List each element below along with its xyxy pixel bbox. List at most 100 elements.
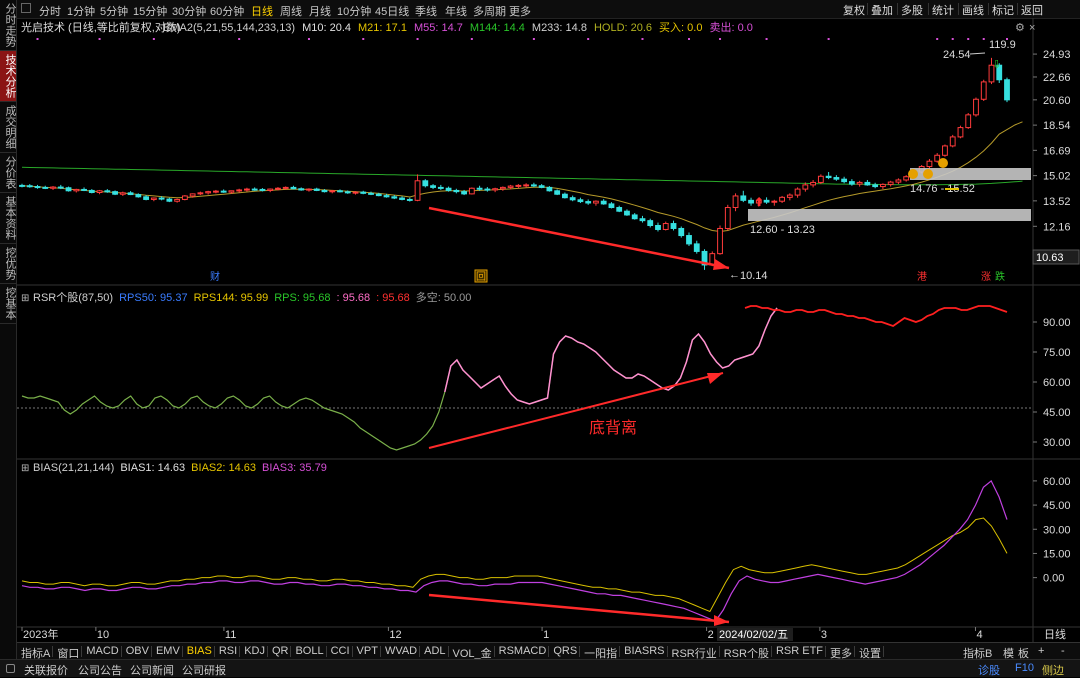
indicator-tab-sep (181, 646, 183, 657)
candle-body (523, 184, 530, 187)
price-tick-label: 20.60 (1043, 95, 1071, 107)
vtab-3[interactable]: 分价表 (0, 153, 16, 193)
toolbar-button-6[interactable]: 返回 (1021, 2, 1043, 18)
indicator-tab-7[interactable]: KDJ (244, 645, 265, 657)
candle-body (205, 191, 212, 194)
signal-dot (36, 38, 39, 40)
period-tab-3[interactable]: 15分钟 (133, 3, 167, 19)
candle-body (73, 188, 80, 192)
candle-body (499, 186, 506, 190)
toolbar-sep (1017, 3, 1018, 15)
toolbar-sep (988, 3, 989, 15)
candle-body (639, 218, 646, 222)
vtab-1[interactable]: 技术分析 (0, 51, 16, 102)
toolbar-button-4[interactable]: 画线 (962, 2, 984, 18)
indicator-tab-3[interactable]: OBV (126, 645, 149, 657)
pane-lock-icon[interactable]: ⊞ (21, 293, 29, 304)
vtab-2[interactable]: 成交明细 (0, 102, 16, 153)
candle-body (197, 192, 204, 195)
event-marker[interactable]: 港 (917, 271, 927, 283)
toolbar-button-0[interactable]: 复权 (843, 2, 865, 18)
vtab-0[interactable]: 分时走势 (0, 0, 16, 51)
indicator-tab-12[interactable]: WVAD (385, 645, 417, 657)
chart-type-icon[interactable] (21, 3, 31, 13)
price-divergence-arrow (428, 206, 730, 270)
indicator-tab-18[interactable]: BIASRS (624, 645, 664, 657)
candle-body (538, 185, 545, 188)
tabbar-right-4[interactable]: - (1061, 645, 1065, 657)
toolbar-button-1[interactable]: 叠加 (871, 2, 893, 18)
period-tab-5[interactable]: 60分钟 (210, 3, 244, 19)
bias-tick-label: 15.00 (1043, 548, 1071, 560)
bias-legend-item: BIAS3: 35.79 (262, 462, 327, 474)
indicator-tab-sep (239, 646, 241, 657)
period-tab-4[interactable]: 30分钟 (172, 3, 206, 19)
toolbar-button-2[interactable]: 多股 (901, 2, 923, 18)
indicator-tab-13[interactable]: ADL (424, 645, 445, 657)
vtab-6[interactable]: 挖基本 (0, 284, 16, 324)
rsr-legend: ⊞ RSR个股(87,50) RPS50: 95.37 RPS144: 95.99 RP… (21, 290, 471, 304)
signal-dot (951, 38, 954, 40)
period-tab-9[interactable]: 10分钟 (337, 3, 371, 19)
indicator-tab-6[interactable]: RSI (219, 645, 237, 657)
period-tab-14[interactable]: 更多 (509, 3, 531, 19)
rsr-legend-item: RPS50: 95.37 (119, 292, 188, 304)
indicator-tab-5[interactable]: BIAS (187, 645, 212, 657)
indicator-tab-4[interactable]: EMV (156, 645, 180, 657)
signal-dot (982, 38, 985, 40)
candle-body (662, 223, 669, 230)
candle-body (189, 193, 196, 197)
rsr-legend-item: RSR个股(87,50) (33, 291, 113, 304)
indicator-tab-15[interactable]: RSMACD (499, 645, 547, 657)
current-price: 10.63 (1036, 252, 1064, 264)
toolbar-button-3[interactable]: 统计 (932, 2, 954, 18)
candle-body (228, 190, 235, 193)
smile-icon[interactable] (938, 158, 948, 168)
price-axis: 24.93 22.66 20.60 18.54 16.69 15.02 13.52 12.16 (1033, 49, 1071, 233)
indicator-tab-16[interactable]: QRS (553, 645, 577, 657)
indicator-tab-11[interactable]: VPT (357, 645, 378, 657)
indicator-tab-9[interactable]: BOLL (295, 645, 323, 657)
smile-icon[interactable] (923, 169, 933, 179)
indicator-tab-10[interactable]: CCI (331, 645, 350, 657)
indicator-tab-8[interactable]: QR (272, 645, 289, 657)
indicator-tab-2[interactable]: MACD (86, 645, 118, 657)
period-tab-6[interactable]: 日线 (251, 3, 273, 19)
period-tab-12[interactable]: 年线 (445, 3, 467, 19)
period-tab-11[interactable]: 季线 (415, 3, 437, 19)
tabbar-right-3[interactable]: + (1038, 645, 1044, 657)
bias-pane: ⊞ BIAS(21,21,144) BIAS1: 14.63 BIAS2: 14.63… (21, 462, 1071, 626)
close-icon[interactable]: × (1029, 22, 1035, 34)
candle-body (321, 189, 328, 193)
event-marker[interactable]: 跌 (995, 270, 1005, 283)
rsr-legend-item: 多空: 50.00 (416, 290, 472, 304)
candle-body (445, 187, 452, 191)
price-tick-label: 24.93 (1043, 49, 1071, 61)
event-marker[interactable]: 回 (476, 271, 486, 283)
vtab-5[interactable]: 挖优势 (0, 244, 16, 284)
period-tab-8[interactable]: 月线 (309, 3, 331, 19)
divergence-label: 底背离 (589, 419, 637, 437)
toolbar-button-5[interactable]: 标记 (992, 2, 1014, 18)
period-tab-10[interactable]: 45日线 (375, 3, 409, 19)
candle-body (135, 194, 142, 198)
pane-lock-icon[interactable]: ⊞ (21, 463, 29, 474)
indicator-tab-21[interactable]: RSR ETF (776, 645, 823, 657)
candle-body (127, 192, 134, 196)
period-tab-13[interactable]: 多周期 (473, 3, 506, 19)
period-tab-1[interactable]: 1分钟 (67, 3, 95, 19)
vertical-tab-bar: 分时走势 技术分析 成交明细 分价表 基本资料 挖优势 挖基本 (0, 0, 17, 660)
high-pct-label: 119.9 (989, 39, 1016, 51)
indicator-tab-sep (666, 646, 668, 657)
event-marker[interactable]: 涨 (981, 271, 991, 283)
vtab-4[interactable]: 基本资料 (0, 193, 16, 244)
status-right-1[interactable]: F10 (1015, 662, 1034, 674)
settings-icon[interactable]: ⚙ (1015, 22, 1025, 34)
period-tab-7[interactable]: 周线 (280, 3, 302, 19)
candle-body (244, 188, 250, 191)
stock-chart[interactable]: 光启技术 (日线,等比前复权,对数) EMA2(5,21,55,144,233,… (17, 18, 1080, 642)
period-tab-2[interactable]: 5分钟 (100, 3, 128, 19)
period-tab-0[interactable]: 分时 (39, 3, 61, 19)
smile-icon[interactable] (908, 169, 918, 179)
event-marker[interactable]: 财 (210, 270, 220, 283)
